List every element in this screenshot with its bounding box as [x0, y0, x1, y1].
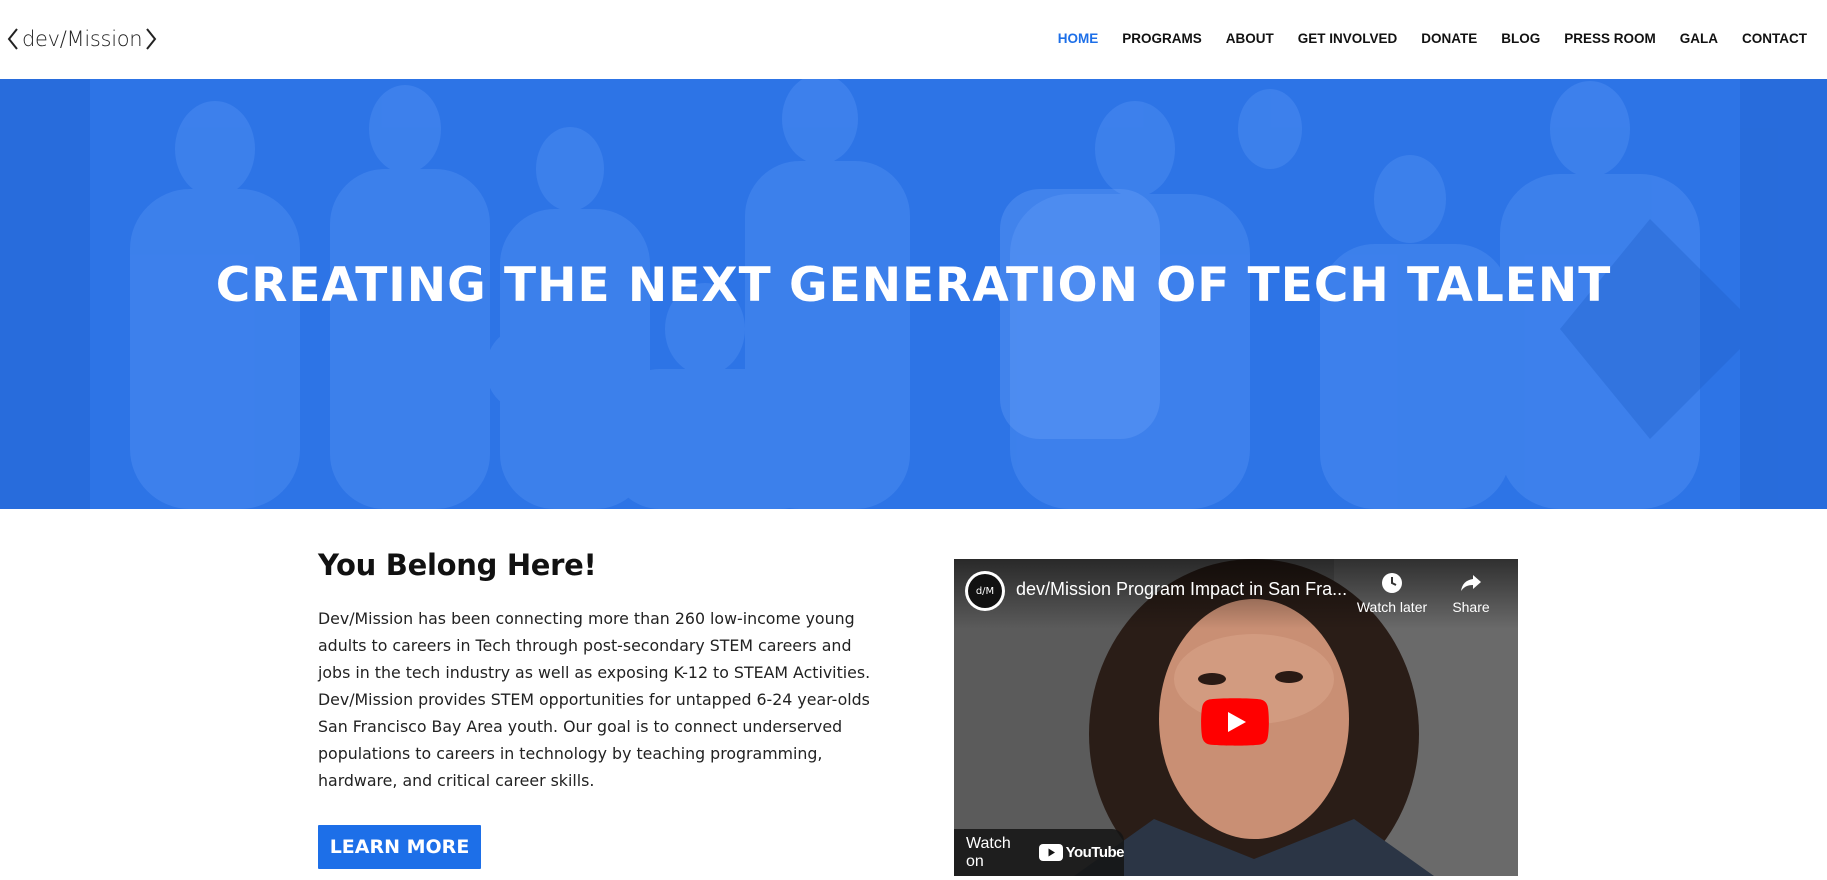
channel-avatar[interactable]: d/M — [965, 571, 1005, 611]
site-logo[interactable]: dev/Mission — [6, 24, 158, 54]
intro-paragraph-line: hardware, and critical career skills. — [318, 771, 595, 790]
intro-paragraph-line: adults to careers in Tech through post-s… — [318, 636, 852, 655]
share-arrow-icon — [1461, 575, 1481, 591]
intro-paragraph: Dev/Mission has been connecting more tha… — [318, 605, 888, 794]
nav-about[interactable]: ABOUT — [1214, 30, 1286, 48]
clock-icon — [1382, 573, 1402, 593]
youtube-wordmark: YouTube — [1065, 844, 1125, 861]
logo-chevron-right-icon — [146, 28, 157, 50]
nav-get-involved[interactable]: GET INVOLVED — [1286, 30, 1410, 48]
site-header: dev/Mission HOME PROGRAMS ABOUT GET INVO… — [0, 0, 1827, 79]
nav-press-room[interactable]: PRESS ROOM — [1552, 30, 1668, 48]
watch-on-label: Watch on — [966, 834, 1011, 870]
intro-section: You Belong Here! Dev/Mission has been co… — [318, 545, 888, 794]
intro-paragraph-line: jobs in the tech industry as well as exp… — [318, 663, 871, 682]
share-button[interactable]: Share — [1444, 571, 1498, 615]
watch-later-button[interactable]: Watch later — [1354, 571, 1430, 615]
nav-gala[interactable]: GALA — [1668, 30, 1730, 48]
logo-text: dev/Mission — [22, 27, 143, 51]
intro-heading: You Belong Here! — [318, 548, 597, 582]
intro-paragraph-line: populations to careers in technology by … — [318, 744, 823, 763]
hero-banner: CREATING THE NEXT GENERATION OF TECH TAL… — [0, 79, 1827, 509]
youtube-icon — [1038, 844, 1063, 861]
nav-blog[interactable]: BLOG — [1489, 30, 1552, 48]
watch-on-youtube-link[interactable]: Watch on YouTube — [954, 829, 1125, 876]
main-nav: HOME PROGRAMS ABOUT GET INVOLVED DONATE … — [1046, 30, 1819, 48]
intro-paragraph-line: Dev/Mission provides STEM opportunities … — [318, 690, 870, 709]
youtube-logo: YouTube — [1038, 844, 1125, 861]
video-title[interactable]: dev/Mission Program Impact in San Fra... — [1016, 579, 1347, 600]
intro-paragraph-line: Dev/Mission has been connecting more tha… — [318, 609, 855, 628]
nav-donate[interactable]: DONATE — [1409, 30, 1489, 48]
share-label: Share — [1452, 599, 1490, 615]
logo-chevron-left-icon — [7, 28, 18, 50]
hero-title: CREATING THE NEXT GENERATION OF TECH TAL… — [215, 258, 1612, 313]
youtube-video-embed[interactable]: d/M dev/Mission Program Impact in San Fr… — [954, 559, 1518, 876]
nav-home[interactable]: HOME — [1046, 30, 1111, 48]
nav-programs[interactable]: PROGRAMS — [1110, 30, 1214, 48]
watch-later-label: Watch later — [1356, 599, 1428, 615]
play-icon[interactable] — [1201, 698, 1269, 746]
intro-paragraph-line: San Francisco Bay Area youth. Our goal i… — [318, 717, 843, 736]
channel-badge: d/M — [968, 574, 1002, 608]
nav-contact[interactable]: CONTACT — [1730, 30, 1819, 48]
learn-more-button[interactable]: LEARN MORE — [318, 825, 481, 869]
